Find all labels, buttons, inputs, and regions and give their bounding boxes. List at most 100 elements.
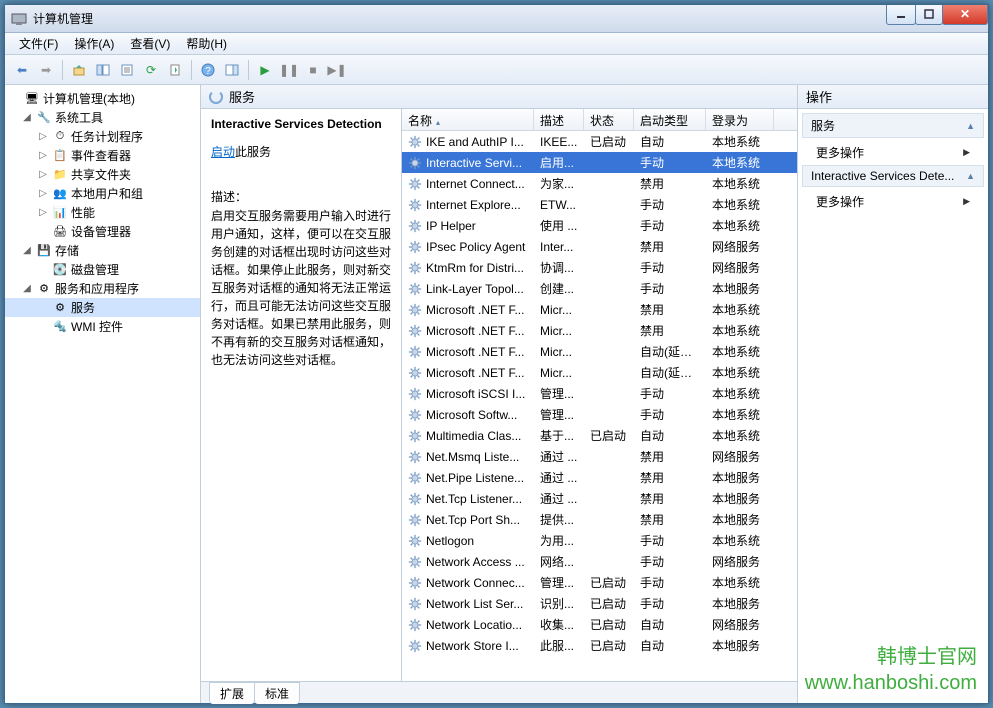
cell-name: Net.Pipe Listene...: [402, 471, 534, 485]
cell-desc: 协调...: [534, 259, 584, 276]
tree-label: 事件查看器: [71, 147, 131, 164]
cell-start: 手动: [634, 406, 706, 423]
table-row[interactable]: Net.Pipe Listene...通过 ...禁用本地服务: [402, 467, 797, 488]
tree-event-viewer[interactable]: ▷📋事件查看器: [5, 146, 200, 165]
table-row[interactable]: Net.Tcp Listener...通过 ...禁用本地服务: [402, 488, 797, 509]
cell-logon: 本地服务: [706, 637, 774, 654]
table-row[interactable]: Network Store I...此服...已启动自动本地服务: [402, 635, 797, 656]
table-row[interactable]: Microsoft iSCSI I...管理...手动本地系统: [402, 383, 797, 404]
table-row[interactable]: Net.Tcp Port Sh...提供...禁用本地服务: [402, 509, 797, 530]
stop-service-button[interactable]: ■: [302, 59, 324, 81]
gear-icon: [408, 618, 422, 632]
table-row[interactable]: Internet Explore...ETW...手动本地系统: [402, 194, 797, 215]
action-more-services[interactable]: 更多操作 ▶: [802, 140, 984, 165]
cell-start: 禁用: [634, 301, 706, 318]
close-button[interactable]: ✕: [942, 5, 988, 25]
table-row[interactable]: Netlogon为用...手动本地系统: [402, 530, 797, 551]
up-button[interactable]: [68, 59, 90, 81]
tree-root[interactable]: 🖥计算机管理(本地): [5, 89, 200, 108]
maximize-button[interactable]: [915, 5, 943, 25]
column-name[interactable]: 名称: [402, 109, 534, 130]
start-service-link[interactable]: 启动: [211, 145, 235, 159]
tree-label: 任务计划程序: [71, 128, 143, 145]
tree-task-scheduler[interactable]: ▷⏱任务计划程序: [5, 127, 200, 146]
table-row[interactable]: Network Locatio...收集...已启动自动网络服务: [402, 614, 797, 635]
pause-service-button[interactable]: ❚❚: [278, 59, 300, 81]
start-service-button[interactable]: ▶: [254, 59, 276, 81]
cell-start: 禁用: [634, 238, 706, 255]
tree-shared-folders[interactable]: ▷📁共享文件夹: [5, 165, 200, 184]
table-row[interactable]: Microsoft .NET F...Micr...禁用本地系统: [402, 299, 797, 320]
minimize-button[interactable]: [886, 5, 916, 25]
gear-icon: [408, 282, 422, 296]
table-row[interactable]: IP Helper使用 ...手动本地系统: [402, 215, 797, 236]
navigation-tree[interactable]: 🖥计算机管理(本地) ◢🔧系统工具 ▷⏱任务计划程序 ▷📋事件查看器 ▷📁共享文…: [5, 85, 201, 703]
tree-root-label: 计算机管理(本地): [43, 90, 135, 107]
list-body[interactable]: IKE and AuthIP I...IKEE...已启动自动本地系统Inter…: [402, 131, 797, 681]
tab-standard[interactable]: 标准: [254, 682, 300, 704]
tree-label: 本地用户和组: [71, 185, 143, 202]
restart-service-button[interactable]: ▶❚: [326, 59, 348, 81]
table-row[interactable]: Microsoft .NET F...Micr...禁用本地系统: [402, 320, 797, 341]
table-row[interactable]: Network List Ser...识别...已启动手动本地服务: [402, 593, 797, 614]
menu-view[interactable]: 查看(V): [122, 33, 178, 54]
tree-wmi[interactable]: 🔩WMI 控件: [5, 317, 200, 336]
table-row[interactable]: Link-Layer Topol...创建...手动本地服务: [402, 278, 797, 299]
gear-icon: [408, 240, 422, 254]
tree-performance[interactable]: ▷📊性能: [5, 203, 200, 222]
menu-help[interactable]: 帮助(H): [178, 33, 235, 54]
tree-local-users[interactable]: ▷👥本地用户和组: [5, 184, 200, 203]
action-group-services[interactable]: 服务 ▲: [802, 113, 984, 138]
column-logon[interactable]: 登录为: [706, 109, 774, 130]
table-row[interactable]: Multimedia Clas...基于...已启动自动本地系统: [402, 425, 797, 446]
gear-icon: [408, 555, 422, 569]
tree-device-manager[interactable]: 🖨设备管理器: [5, 222, 200, 241]
tree-storage[interactable]: ◢💾存储: [5, 241, 200, 260]
properties-button[interactable]: [116, 59, 138, 81]
cell-name: Internet Explore...: [402, 198, 534, 212]
gear-icon: [408, 639, 422, 653]
cell-start: 手动: [634, 196, 706, 213]
table-row[interactable]: KtmRm for Distri...协调...手动网络服务: [402, 257, 797, 278]
action-more-selected[interactable]: 更多操作 ▶: [802, 189, 984, 214]
menu-action[interactable]: 操作(A): [66, 33, 122, 54]
cell-name: Network Access ...: [402, 555, 534, 569]
gear-icon: [408, 219, 422, 233]
cell-desc: 创建...: [534, 280, 584, 297]
table-row[interactable]: Network Access ...网络...手动网络服务: [402, 551, 797, 572]
back-button[interactable]: ⬅: [11, 59, 33, 81]
tree-label: 共享文件夹: [71, 166, 131, 183]
column-description[interactable]: 描述: [534, 109, 584, 130]
action-group-selected-service[interactable]: Interactive Services Dete... ▲: [802, 165, 984, 187]
tree-disk-mgmt[interactable]: 💽磁盘管理: [5, 260, 200, 279]
tree-system-tools[interactable]: ◢🔧系统工具: [5, 108, 200, 127]
cell-start: 手动: [634, 574, 706, 591]
table-row[interactable]: IKE and AuthIP I...IKEE...已启动自动本地系统: [402, 131, 797, 152]
cell-name: Multimedia Clas...: [402, 429, 534, 443]
refresh-button[interactable]: ⟳: [140, 59, 162, 81]
column-startup-type[interactable]: 启动类型: [634, 109, 706, 130]
table-row[interactable]: IPsec Policy AgentInter...禁用网络服务: [402, 236, 797, 257]
tree-services[interactable]: ⚙服务: [5, 298, 200, 317]
cell-start: 自动: [634, 616, 706, 633]
table-row[interactable]: Network Connec...管理...已启动手动本地系统: [402, 572, 797, 593]
cell-name: Microsoft iSCSI I...: [402, 387, 534, 401]
cell-desc: Micr...: [534, 303, 584, 317]
tab-extended[interactable]: 扩展: [209, 682, 255, 704]
column-status[interactable]: 状态: [584, 109, 634, 130]
table-row[interactable]: Internet Connect...为家...禁用本地系统: [402, 173, 797, 194]
help-button[interactable]: ?: [197, 59, 219, 81]
action-item-label: 更多操作: [816, 193, 864, 210]
table-row[interactable]: Microsoft .NET F...Micr...自动(延迟...本地系统: [402, 362, 797, 383]
show-hide-tree-button[interactable]: [92, 59, 114, 81]
forward-button[interactable]: ➡: [35, 59, 57, 81]
table-row[interactable]: Interactive Servi...启用...手动本地系统: [402, 152, 797, 173]
table-row[interactable]: Net.Msmq Liste...通过 ...禁用网络服务: [402, 446, 797, 467]
tree-services-apps[interactable]: ◢⚙服务和应用程序: [5, 279, 200, 298]
table-row[interactable]: Microsoft .NET F...Micr...自动(延迟...本地系统: [402, 341, 797, 362]
export-button[interactable]: [164, 59, 186, 81]
table-row[interactable]: Microsoft Softw...管理...手动本地系统: [402, 404, 797, 425]
gear-icon: [408, 471, 422, 485]
action-pane-button[interactable]: [221, 59, 243, 81]
menu-file[interactable]: 文件(F): [11, 33, 66, 54]
